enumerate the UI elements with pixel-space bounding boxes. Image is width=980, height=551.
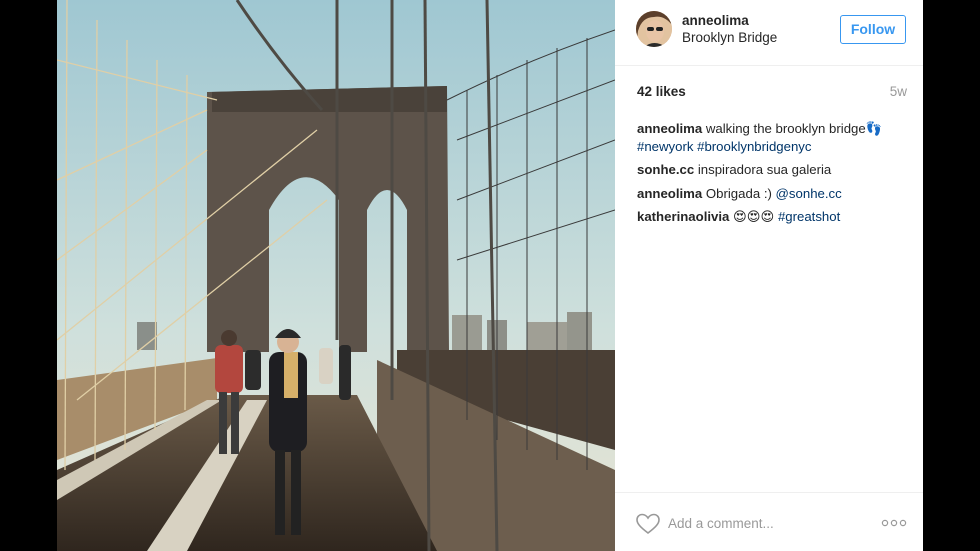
mention-link[interactable]: @sonhe.cc — [776, 186, 842, 201]
comment-username[interactable]: katherinaolivia — [637, 209, 729, 224]
hashtag-link[interactable]: #newyork — [637, 139, 693, 154]
avatar-image — [636, 11, 672, 47]
comment-text: walking the brooklyn bridge👣 — [702, 121, 883, 136]
heart-outline-icon[interactable] — [636, 513, 660, 535]
comment: anneolima Obrigada :) @sonhe.cc — [637, 185, 909, 203]
follow-button[interactable]: Follow — [840, 15, 906, 44]
comment-text: 😍😍😍 — [729, 209, 778, 224]
comment-text: Obrigada :) — [702, 185, 776, 201]
more-options-icon[interactable] — [881, 517, 907, 529]
comment-username[interactable]: anneolima — [637, 121, 702, 136]
hashtag-link[interactable]: #greatshot — [778, 209, 840, 224]
comment-text: inspiradora sua galeria — [694, 162, 832, 177]
post-details-panel: anneolima Brooklyn Bridge Follow 42 like… — [615, 0, 923, 551]
comment: katherinaolivia 😍😍😍 #greatshot — [637, 208, 909, 226]
add-comment-input[interactable] — [668, 511, 858, 535]
post-time[interactable]: 5w — [890, 84, 907, 99]
comment-username[interactable]: sonhe.cc — [637, 162, 694, 177]
comment-list: anneolima walking the brooklyn bridge👣 #… — [637, 120, 909, 232]
username[interactable]: anneolima — [682, 12, 777, 29]
comment: sonhe.cc inspiradora sua galeria — [637, 161, 909, 179]
post-footer — [615, 492, 923, 551]
comment: anneolima walking the brooklyn bridge👣 #… — [637, 120, 909, 155]
likes-count[interactable]: 42 likes — [637, 84, 686, 99]
brooklyn-bridge-photo — [57, 0, 615, 551]
avatar[interactable] — [636, 11, 672, 47]
hashtag-link[interactable]: #brooklynbridgenyc — [697, 139, 811, 154]
post-header: anneolima Brooklyn Bridge Follow — [615, 0, 923, 66]
location-link[interactable]: Brooklyn Bridge — [682, 29, 777, 47]
comment-username[interactable]: anneolima — [637, 186, 702, 201]
post-photo[interactable] — [57, 0, 615, 551]
stats-row: 42 likes 5w — [637, 84, 907, 102]
